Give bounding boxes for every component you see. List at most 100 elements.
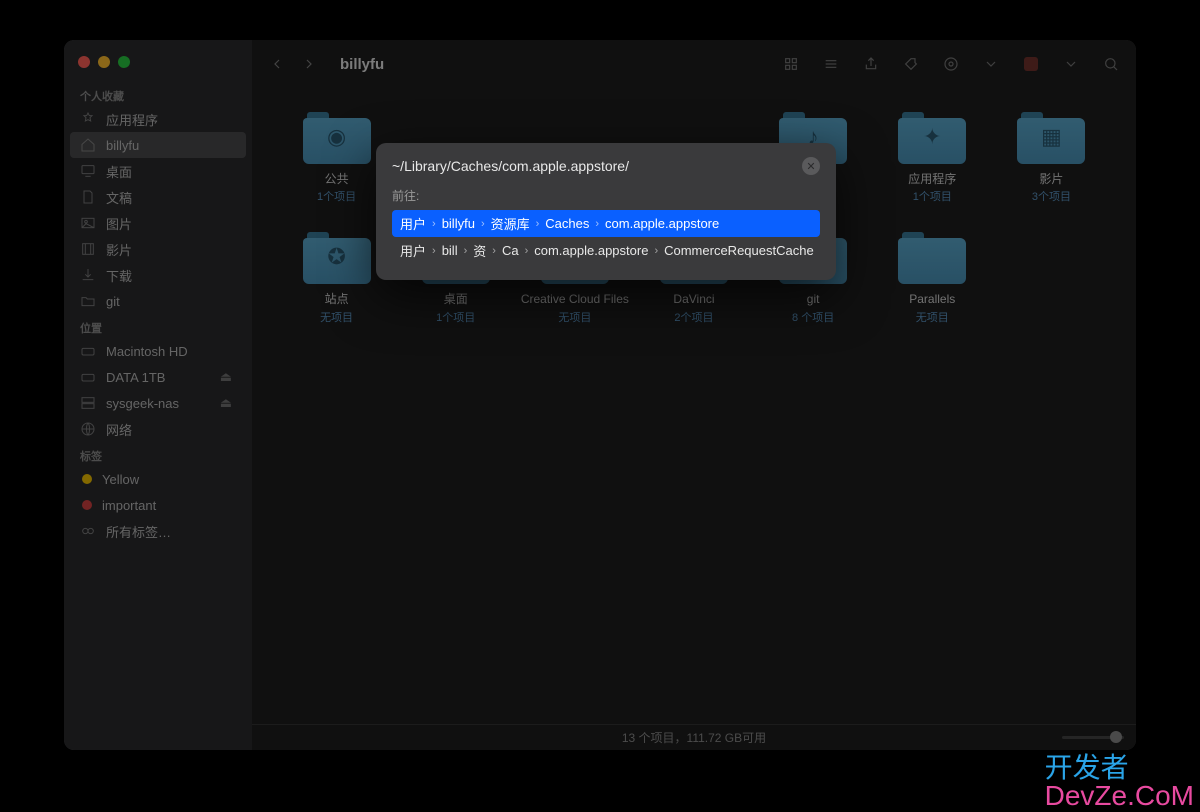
folder-name: Creative Cloud Files bbox=[521, 292, 629, 306]
red-tag-filter[interactable] bbox=[1018, 51, 1044, 77]
view-icon-button[interactable] bbox=[778, 51, 804, 77]
alltags-icon bbox=[80, 523, 96, 539]
maximize-button[interactable] bbox=[118, 56, 130, 68]
window-controls bbox=[64, 50, 252, 82]
folder-name: 公共 bbox=[325, 172, 349, 186]
goto-label: 前往: bbox=[392, 187, 820, 204]
sidebar-item-label: sysgeek-nas bbox=[106, 396, 179, 411]
doc-icon bbox=[80, 189, 96, 205]
sidebar-item-label: git bbox=[106, 294, 120, 309]
app-icon bbox=[80, 111, 96, 127]
disk-icon bbox=[80, 369, 96, 385]
goto-folder-dialog: ~/Library/Caches/com.apple.appstore/ ✕ 前… bbox=[376, 143, 836, 280]
folder-count: 1个项目 bbox=[913, 188, 952, 204]
folder-icon: ✦ bbox=[896, 108, 968, 166]
folder-item[interactable]: ◉ 公共 1个项目 bbox=[282, 108, 391, 204]
sidebar-item-label: 应用程序 bbox=[106, 110, 158, 129]
minimize-button[interactable] bbox=[98, 56, 110, 68]
sidebar-item-应用程序[interactable]: 应用程序 bbox=[64, 106, 252, 132]
sidebar-item-label: DATA 1TB bbox=[106, 370, 165, 385]
sidebar-item-label: important bbox=[102, 498, 156, 513]
window-title: billyfu bbox=[340, 56, 384, 73]
sidebar-item-影片[interactable]: 影片 bbox=[64, 236, 252, 262]
sidebar-item-label: 影片 bbox=[106, 240, 132, 259]
dropdown-1[interactable] bbox=[978, 51, 1004, 77]
folder-icon: ✪ bbox=[301, 228, 373, 286]
sidebar-item-label: Macintosh HD bbox=[106, 344, 188, 359]
sidebar-item-label: 所有标签… bbox=[106, 522, 171, 541]
goto-suggestion[interactable]: 用户›bill›资›Ca›com.apple.appstore›Commerce… bbox=[392, 237, 820, 264]
sidebar-item-label: 文稿 bbox=[106, 188, 132, 207]
close-button[interactable] bbox=[78, 56, 90, 68]
sidebar-item-DATA 1TB[interactable]: DATA 1TB ⏏ bbox=[64, 364, 252, 390]
folder-count: 无项目 bbox=[320, 309, 353, 325]
watermark: 开发者 DevZe.CoM bbox=[1045, 754, 1194, 810]
desktop-icon bbox=[80, 163, 96, 179]
folder-item[interactable]: ✪ 站点无项目 bbox=[282, 228, 391, 324]
sidebar-section-header: 标签 bbox=[64, 442, 252, 466]
share-button[interactable] bbox=[858, 51, 884, 77]
eject-icon[interactable]: ⏏ bbox=[220, 369, 232, 385]
download-icon bbox=[80, 267, 96, 283]
zoom-slider[interactable] bbox=[1062, 730, 1122, 744]
sidebar-item-label: billyfu bbox=[106, 138, 139, 153]
folder-count: 1个项目 bbox=[317, 188, 356, 204]
action-button[interactable] bbox=[938, 51, 964, 77]
folder-count: 2个项目 bbox=[674, 309, 713, 325]
goto-suggestion[interactable]: 用户›billyfu›资源库›Caches›com.apple.appstore bbox=[392, 210, 820, 237]
sidebar-section-header: 个人收藏 bbox=[64, 82, 252, 106]
folder-name: 站点 bbox=[325, 292, 349, 306]
goto-path-input[interactable]: ~/Library/Caches/com.apple.appstore/ bbox=[392, 158, 792, 174]
sidebar-item-Macintosh HD[interactable]: Macintosh HD bbox=[64, 338, 252, 364]
sidebar: 个人收藏应用程序 billyfu 桌面文稿图片影片下载 git 位置 Macintosh … bbox=[64, 40, 252, 750]
globe-icon bbox=[80, 421, 96, 437]
folder-name: git bbox=[807, 292, 820, 306]
sidebar-item-网络[interactable]: 网络 bbox=[64, 416, 252, 442]
sidebar-item-文稿[interactable]: 文稿 bbox=[64, 184, 252, 210]
clear-input-button[interactable]: ✕ bbox=[802, 157, 820, 175]
folder-count: 3个项目 bbox=[1032, 188, 1071, 204]
folder-count: 1个项目 bbox=[436, 309, 475, 325]
film-icon bbox=[80, 241, 96, 257]
dropdown-2[interactable] bbox=[1058, 51, 1084, 77]
sidebar-item-billyfu[interactable]: billyfu bbox=[70, 132, 246, 158]
status-text: 13 个项目，111.72 GB可用 bbox=[622, 729, 766, 746]
sidebar-item-git[interactable]: git bbox=[64, 288, 252, 314]
back-button[interactable] bbox=[264, 51, 290, 77]
tag-button[interactable] bbox=[898, 51, 924, 77]
sidebar-item-所有标签…[interactable]: 所有标签… bbox=[64, 518, 252, 544]
sidebar-item-label: 图片 bbox=[106, 214, 132, 233]
folder-name: 桌面 bbox=[444, 292, 468, 306]
sidebar-item-桌面[interactable]: 桌面 bbox=[64, 158, 252, 184]
sidebar-item-label: 下载 bbox=[106, 266, 132, 285]
folder-icon: ◉ bbox=[301, 108, 373, 166]
folder-name: 影片 bbox=[1039, 172, 1063, 186]
sidebar-item-下载[interactable]: 下载 bbox=[64, 262, 252, 288]
sidebar-section-header: 位置 bbox=[64, 314, 252, 338]
sidebar-item-sysgeek-nas[interactable]: sysgeek-nas ⏏ bbox=[64, 390, 252, 416]
folder-name: 应用程序 bbox=[908, 172, 956, 186]
sidebar-item-important[interactable]: important bbox=[64, 492, 252, 518]
eject-icon[interactable]: ⏏ bbox=[220, 395, 232, 411]
folder-item[interactable]: ✦ 应用程序 1个项目 bbox=[878, 108, 987, 204]
sidebar-item-label: 桌面 bbox=[106, 162, 132, 181]
folder-count: 无项目 bbox=[916, 309, 949, 325]
folder-icon bbox=[80, 293, 96, 309]
home-icon bbox=[80, 137, 96, 153]
status-bar: 13 个项目，111.72 GB可用 bbox=[252, 724, 1136, 750]
sidebar-item-Yellow[interactable]: Yellow bbox=[64, 466, 252, 492]
search-button[interactable] bbox=[1098, 51, 1124, 77]
sidebar-item-图片[interactable]: 图片 bbox=[64, 210, 252, 236]
forward-button[interactable] bbox=[296, 51, 322, 77]
folder-item[interactable]: ▦ 影片 3个项目 bbox=[997, 108, 1106, 204]
sidebar-item-label: 网络 bbox=[106, 420, 132, 439]
disk-icon bbox=[80, 343, 96, 359]
folder-icon bbox=[896, 228, 968, 286]
folder-name: Parallels bbox=[909, 292, 955, 306]
server-icon bbox=[80, 395, 96, 411]
folder-icon: ▦ bbox=[1015, 108, 1087, 166]
group-button[interactable] bbox=[818, 51, 844, 77]
sidebar-item-label: Yellow bbox=[102, 472, 139, 487]
image-icon bbox=[80, 215, 96, 231]
folder-item[interactable]: Parallels 无项目 bbox=[878, 228, 987, 324]
